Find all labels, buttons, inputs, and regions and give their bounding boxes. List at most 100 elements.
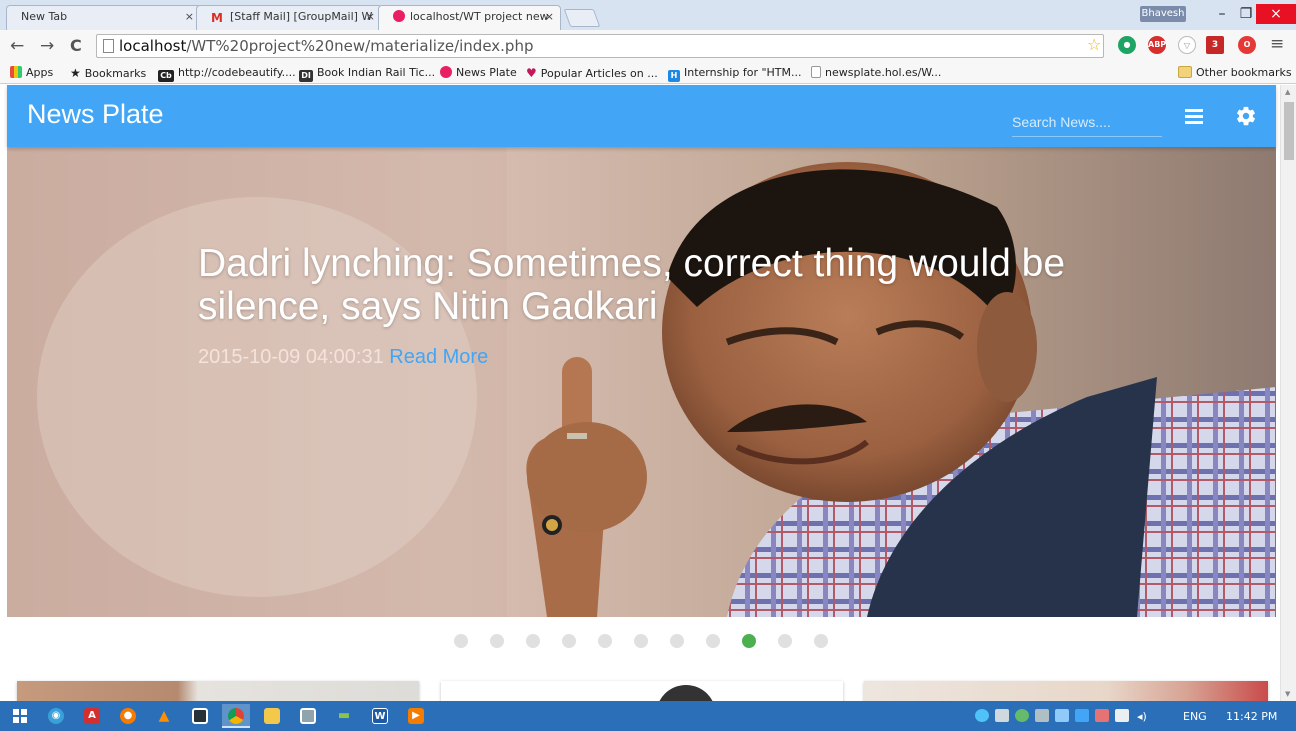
- tab-localhost[interactable]: localhost/WT project new ×: [378, 5, 561, 30]
- evernote-tray-icon[interactable]: [1015, 709, 1029, 722]
- forward-button[interactable]: →: [40, 36, 54, 56]
- bookmark-internship[interactable]: H Internship for "HTM...: [668, 66, 802, 82]
- profile-button[interactable]: Bhavesh: [1140, 6, 1186, 22]
- evernote-icon[interactable]: ●: [1118, 36, 1136, 54]
- bookmark-bookmarks[interactable]: ★ Bookmarks: [70, 66, 146, 80]
- tab-new-tab[interactable]: New Tab ×: [6, 5, 201, 30]
- menu-icon[interactable]: ≡: [1270, 34, 1284, 54]
- hi-icon: H: [668, 70, 680, 82]
- folder-icon: [264, 708, 280, 724]
- bookmarks-bar: Apps ★ Bookmarks Cb http://codebeautify...…: [0, 62, 1296, 84]
- apps-icon: [10, 66, 22, 78]
- news-card-3[interactable]: [864, 681, 1268, 701]
- news-slider[interactable]: Dadri lynching: Sometimes, correct thing…: [7, 147, 1276, 617]
- tab-staff-mail[interactable]: M [Staff Mail] [GroupMail] W ×: [196, 5, 382, 30]
- close-icon[interactable]: ×: [185, 10, 194, 23]
- reload-button[interactable]: C: [70, 36, 82, 55]
- bookmark-apps[interactable]: Apps: [10, 66, 53, 79]
- newsplate-icon: [393, 10, 405, 22]
- taskbar-wifi[interactable]: ◉: [42, 704, 70, 728]
- wifi-tray-icon[interactable]: [1035, 709, 1049, 722]
- shield-icon[interactable]: ▽: [1178, 36, 1196, 54]
- taskbar-vlc[interactable]: ▲: [150, 704, 178, 728]
- news-card-1[interactable]: [17, 681, 419, 701]
- list-icon[interactable]: [1185, 109, 1203, 124]
- slide-caption: Dadri lynching: Sometimes, correct thing…: [198, 242, 1098, 369]
- taskbar-chrome[interactable]: [222, 704, 250, 728]
- slider-indicator-dot[interactable]: [489, 634, 504, 648]
- slider-indicator-dot[interactable]: [597, 634, 612, 648]
- slider-indicator-dot[interactable]: [705, 634, 720, 648]
- wifi-icon: ◉: [48, 708, 64, 724]
- heart-icon: ♥: [526, 66, 537, 80]
- taskbar-app-2[interactable]: [294, 704, 322, 728]
- newsplate-icon: [440, 66, 452, 78]
- slider-indicator-dot[interactable]: [741, 634, 756, 648]
- slider-indicator-dot[interactable]: [777, 634, 792, 648]
- media-icon: ▶: [408, 708, 424, 724]
- url-host: localhost: [119, 37, 187, 55]
- gear-icon[interactable]: [1235, 105, 1257, 127]
- tray-blue-icon[interactable]: [1075, 709, 1089, 722]
- taskbar-file-explorer[interactable]: [258, 704, 286, 728]
- slider-indicator-dot[interactable]: [561, 634, 576, 648]
- news-cards: [0, 681, 1280, 701]
- taskbar-firefox[interactable]: ●: [114, 704, 142, 728]
- new-tab-button[interactable]: [563, 9, 601, 27]
- tab-title: New Tab: [21, 10, 68, 23]
- search-input[interactable]: [1012, 107, 1162, 137]
- browser-tabstrip: New Tab × M [Staff Mail] [GroupMail] W × …: [0, 0, 1296, 30]
- flag-icon[interactable]: [1095, 709, 1109, 722]
- tray-app-icon[interactable]: [995, 709, 1009, 722]
- taskbar-android-studio[interactable]: ▬: [330, 704, 358, 728]
- close-icon[interactable]: ×: [366, 10, 375, 23]
- bookmark-popular-articles[interactable]: ♥ Popular Articles on ...: [526, 66, 658, 80]
- taskbar-media[interactable]: ▶: [402, 704, 430, 728]
- slider-indicator-dot[interactable]: [525, 634, 540, 648]
- clock[interactable]: 11:42 PM: [1226, 710, 1277, 723]
- brand-logo[interactable]: News Plate: [27, 99, 164, 130]
- word-icon: W: [372, 708, 388, 724]
- window-icon: [300, 708, 316, 724]
- slider-indicator-dot[interactable]: [453, 634, 468, 648]
- bookmark-indian-rail[interactable]: DI Book Indian Rail Tic...: [299, 66, 435, 82]
- close-icon[interactable]: ×: [545, 10, 554, 23]
- start-button[interactable]: [6, 704, 34, 728]
- page-scrollbar[interactable]: ▲ ▼: [1280, 85, 1296, 701]
- language-indicator[interactable]: ENG: [1183, 710, 1207, 723]
- tab-title: [Staff Mail] [GroupMail] W: [230, 10, 373, 23]
- scroll-up-icon[interactable]: ▲: [1285, 88, 1290, 96]
- bookmark-newsplate-hol[interactable]: newsplate.hol.es/W...: [811, 66, 941, 79]
- battery-icon[interactable]: [1115, 709, 1129, 722]
- address-bar[interactable]: localhost/WT%20project%20new/materialize…: [96, 34, 1104, 58]
- gmail-icon: M: [211, 11, 223, 25]
- display-icon[interactable]: [1055, 709, 1069, 722]
- bookmark-codebeautify[interactable]: Cb http://codebeautify....: [158, 66, 296, 82]
- back-button[interactable]: ←: [10, 36, 24, 56]
- star-icon[interactable]: ☆: [1087, 35, 1101, 54]
- read-more-link[interactable]: Read More: [389, 346, 488, 368]
- slider-indicator-dot[interactable]: [669, 634, 684, 648]
- app-icon: [192, 708, 208, 724]
- bookmark-news-plate[interactable]: News Plate: [440, 66, 517, 79]
- scroll-down-icon[interactable]: ▼: [1285, 690, 1290, 698]
- news-card-2[interactable]: [441, 681, 843, 701]
- volume-icon[interactable]: ◂): [1137, 710, 1147, 723]
- windows-icon: [13, 709, 27, 723]
- taskbar-word[interactable]: W: [366, 704, 394, 728]
- other-bookmarks[interactable]: Other bookmarks: [1178, 66, 1292, 79]
- network-icon[interactable]: [975, 709, 989, 722]
- app-bar: News Plate: [7, 85, 1276, 147]
- card-image: [656, 685, 716, 701]
- close-window-button[interactable]: ×: [1256, 4, 1296, 24]
- scrollbar-thumb[interactable]: [1284, 102, 1294, 160]
- slider-indicator-dot[interactable]: [633, 634, 648, 648]
- firefox-icon: ●: [120, 708, 136, 724]
- taskbar-app[interactable]: [186, 704, 214, 728]
- opera-icon[interactable]: O: [1238, 36, 1256, 54]
- adblock-icon[interactable]: ABP: [1148, 36, 1166, 54]
- slider-indicator-dot[interactable]: [813, 634, 828, 648]
- acrobat-icon: A: [84, 708, 100, 724]
- gmail-checker-icon[interactable]: 3: [1206, 36, 1224, 54]
- taskbar-acrobat[interactable]: A: [78, 704, 106, 728]
